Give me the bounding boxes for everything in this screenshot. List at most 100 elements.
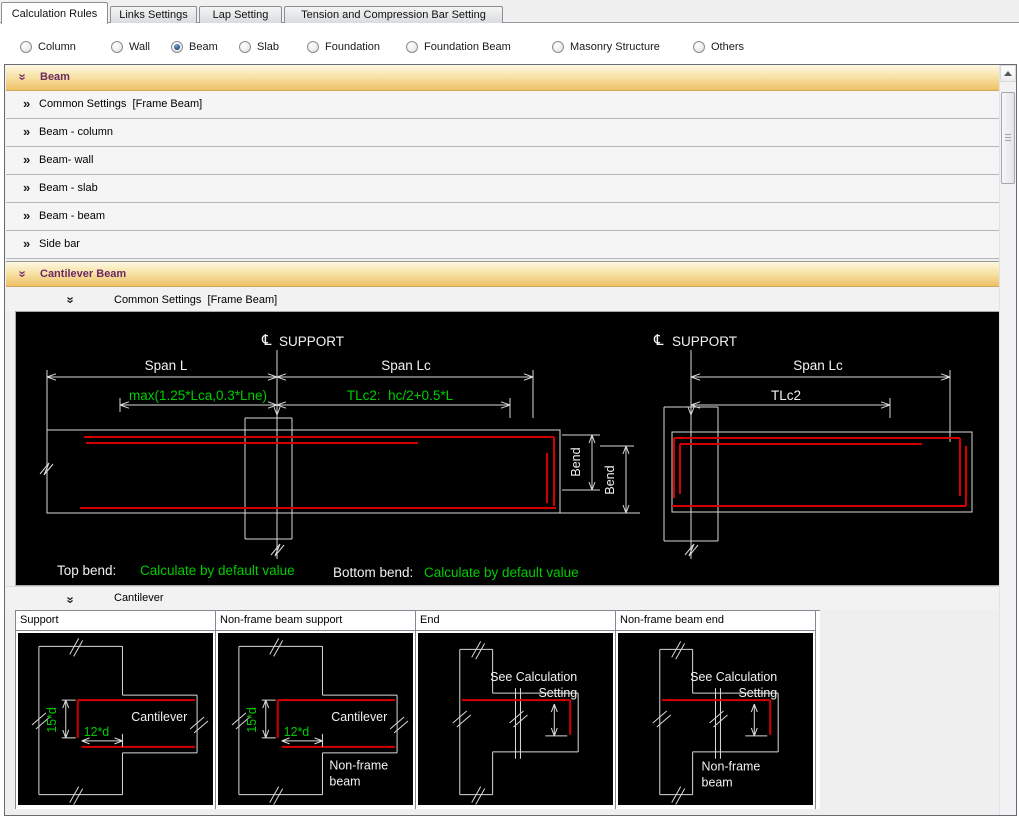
span-l-label: Span L bbox=[145, 358, 188, 373]
formula-tlc2-label: TLc2: hc/2+0.5*L bbox=[347, 388, 454, 403]
radio-label: Others bbox=[711, 41, 744, 53]
cantilever-label: Cantilever bbox=[331, 710, 387, 724]
see-calculation-label-line1: See Calculation bbox=[490, 670, 577, 684]
tab-lap-setting[interactable]: Lap Setting bbox=[199, 6, 282, 23]
bend-dimension-line bbox=[745, 704, 767, 736]
see-calculation-label-line2: Setting bbox=[538, 686, 577, 700]
column-header-non-frame-beam-end: Non-frame beam end bbox=[616, 611, 816, 631]
support-label-left: SUPPORT bbox=[279, 334, 344, 349]
tab-label: Calculation Rules bbox=[12, 8, 98, 20]
non-frame-label-line1: Non-frame bbox=[329, 759, 388, 773]
radio-circle-icon bbox=[239, 41, 251, 53]
span-lc-dimension-right bbox=[691, 370, 950, 442]
cantilever-common-settings-diagram: ℄ SUPPORT Span L Span Lc max(1.25*Lca,0.… bbox=[15, 311, 999, 586]
panel-end: See Calculation Setting bbox=[416, 631, 616, 809]
row-label: Beam - slab bbox=[39, 182, 98, 194]
row-cantilever-common-settings[interactable]: » Common Settings [Frame Beam] bbox=[6, 287, 999, 311]
bend-dimension-line bbox=[545, 704, 567, 736]
radio-circle-icon bbox=[693, 41, 705, 53]
scrollbar-up-button[interactable] bbox=[1000, 65, 1016, 82]
panel-support: 15*d 12*d Cantilever bbox=[16, 631, 216, 809]
row-label: Cantilever bbox=[114, 592, 164, 604]
section-title: Cantilever Beam bbox=[40, 268, 126, 280]
row-beam-wall[interactable]: » Beam- wall bbox=[6, 147, 999, 175]
see-calculation-label-line2: Setting bbox=[738, 686, 777, 700]
radio-circle-icon bbox=[406, 41, 418, 53]
radio-masonry-structure[interactable]: Masonry Structure bbox=[552, 40, 660, 54]
tab-tension-compression-bar-setting[interactable]: Tension and Compression Bar Setting bbox=[284, 6, 503, 23]
see-calculation-label-line1: See Calculation bbox=[690, 670, 777, 684]
row-label: Common Settings [Frame Beam] bbox=[39, 98, 202, 110]
bend-label-top: Bend bbox=[569, 447, 583, 476]
non-frame-label-line2: beam bbox=[329, 775, 360, 789]
top-bend-value: Calculate by default value bbox=[140, 563, 295, 578]
row-common-settings-frame-beam[interactable]: » Common Settings [Frame Beam] bbox=[6, 91, 999, 119]
row-label: Beam - beam bbox=[39, 210, 105, 222]
section-header-cantilever-beam[interactable]: » Cantilever Beam bbox=[6, 261, 999, 287]
vertical-scrollbar[interactable] bbox=[999, 65, 1016, 815]
radio-label: Beam bbox=[189, 41, 218, 53]
span-lc-label-left: Span Lc bbox=[381, 358, 431, 373]
radio-wall[interactable]: Wall bbox=[111, 40, 150, 54]
row-label: Beam - column bbox=[39, 126, 113, 138]
centerline-symbol-right: ℄ bbox=[653, 331, 664, 349]
row-beam-column[interactable]: » Beam - column bbox=[6, 119, 999, 147]
row-beam-beam[interactable]: » Beam - beam bbox=[6, 203, 999, 231]
calculation-rules-panel: » Beam » Common Settings [Frame Beam] » … bbox=[4, 64, 1017, 816]
radio-label: Foundation bbox=[325, 41, 380, 53]
panel-non-frame-beam-end: See Calculation Setting Non-frame beam bbox=[616, 631, 816, 809]
row-beam-slab[interactable]: » Beam - slab bbox=[6, 175, 999, 203]
row-cantilever[interactable]: » Cantilever bbox=[6, 586, 999, 610]
formula-max-label: max(1.25*Lca,0.3*Lne) bbox=[129, 388, 267, 403]
non-frame-label-line2: beam bbox=[702, 776, 733, 790]
chevron-right-icon: » bbox=[23, 125, 30, 139]
radio-foundation[interactable]: Foundation bbox=[307, 40, 380, 54]
bottom-bend-label: Bottom bend: bbox=[333, 565, 413, 580]
section-header-beam[interactable]: » Beam bbox=[6, 65, 999, 91]
dim-15d-line bbox=[262, 700, 276, 738]
centerline-symbol: ℄ bbox=[261, 331, 272, 349]
dim-12d-label: 12*d bbox=[84, 725, 110, 739]
column-header-support: Support bbox=[16, 611, 216, 631]
chevron-down-icon: » bbox=[64, 596, 78, 603]
chevron-right-icon: » bbox=[23, 153, 30, 167]
row-label: Beam- wall bbox=[39, 154, 93, 166]
scrollbar-grip-icon bbox=[1005, 134, 1011, 142]
tab-calculation-rules[interactable]: Calculation Rules bbox=[1, 2, 108, 24]
support-diagram-svg: 15*d 12*d Cantilever bbox=[18, 633, 213, 805]
chevron-right-icon: » bbox=[23, 209, 30, 223]
radio-label: Column bbox=[38, 41, 76, 53]
row-side-bar[interactable]: » Side bar bbox=[6, 231, 999, 259]
radio-slab[interactable]: Slab bbox=[239, 40, 279, 54]
radio-column[interactable]: Column bbox=[20, 40, 76, 54]
non-frame-beam-end-diagram-svg: See Calculation Setting Non-frame beam bbox=[618, 633, 813, 805]
rebar-right bbox=[672, 438, 966, 506]
scrollbar-thumb[interactable] bbox=[1001, 92, 1015, 184]
radio-others[interactable]: Others bbox=[693, 40, 744, 54]
non-frame-beam-support-diagram-svg: 15*d 12*d Cantilever Non-frame beam bbox=[218, 633, 413, 805]
row-label: Side bar bbox=[39, 238, 80, 250]
radio-beam[interactable]: Beam bbox=[171, 40, 218, 54]
non-frame-label-line1: Non-frame bbox=[702, 760, 761, 774]
tab-links-settings[interactable]: Links Settings bbox=[110, 6, 197, 23]
radio-label: Slab bbox=[257, 41, 279, 53]
column-header-end: End bbox=[416, 611, 616, 631]
radio-label: Foundation Beam bbox=[424, 41, 511, 53]
rebar-left bbox=[80, 437, 556, 508]
bend-label-bottom: Bend bbox=[603, 465, 617, 494]
radio-label: Masonry Structure bbox=[570, 41, 660, 53]
scroll-content: » Beam » Common Settings [Frame Beam] » … bbox=[6, 65, 999, 815]
tlc2-label: TLc2 bbox=[771, 388, 801, 403]
tab-label: Lap Setting bbox=[213, 9, 269, 21]
cantilever-detail-table: Support Non-frame beam support End Non-f… bbox=[15, 610, 820, 809]
chevron-down-icon: » bbox=[15, 270, 31, 277]
arrow-up-icon bbox=[1004, 71, 1012, 76]
dim-15d-label: 15*d bbox=[245, 707, 259, 733]
break-marks bbox=[453, 641, 528, 804]
chevron-down-icon: » bbox=[64, 296, 78, 303]
tab-label: Tension and Compression Bar Setting bbox=[301, 9, 486, 21]
row-label: Common Settings [Frame Beam] bbox=[114, 294, 277, 306]
radio-foundation-beam[interactable]: Foundation Beam bbox=[406, 40, 511, 54]
radio-circle-icon bbox=[552, 41, 564, 53]
chevron-right-icon: » bbox=[23, 97, 30, 111]
